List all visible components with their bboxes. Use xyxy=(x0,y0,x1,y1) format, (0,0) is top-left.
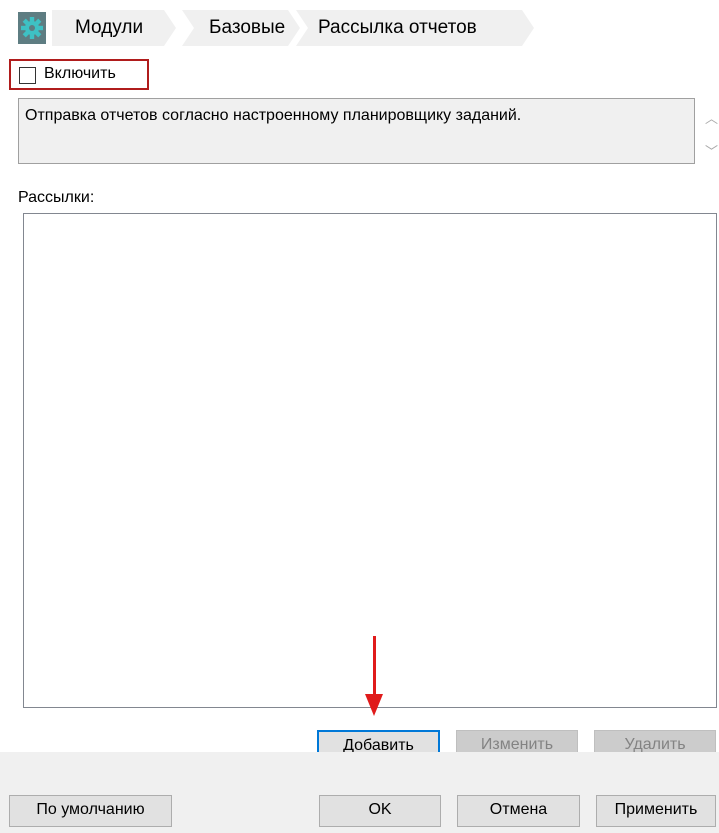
breadcrumb-item-base[interactable]: Базовые xyxy=(182,10,300,46)
ok-button[interactable]: OK xyxy=(319,795,441,827)
defaults-button[interactable]: По умолчанию xyxy=(9,795,172,827)
gear-icon[interactable] xyxy=(18,12,46,44)
mailings-label: Рассылки: xyxy=(18,189,95,206)
scroll-up-icon[interactable]: ︿ xyxy=(705,108,718,127)
annotation-arrow-shaft xyxy=(373,636,376,698)
description-box: Отправка отчетов согласно настроенному п… xyxy=(18,98,695,164)
description-text: Отправка отчетов согласно настроенному п… xyxy=(25,107,522,124)
apply-button[interactable]: Применить xyxy=(596,795,716,827)
annotation-arrow-head xyxy=(365,694,383,716)
breadcrumb: Модули Базовые Рассылка отчетов xyxy=(0,0,719,56)
scroll-down-icon[interactable]: ﹀ xyxy=(705,141,718,160)
enable-label[interactable]: Включить xyxy=(44,65,116,83)
enable-checkbox-highlight: Включить xyxy=(9,59,149,90)
breadcrumb-item-modules[interactable]: Модули xyxy=(52,10,176,46)
cancel-button[interactable]: Отмена xyxy=(457,795,580,827)
breadcrumb-item-report-mailing[interactable]: Рассылка отчетов xyxy=(296,10,534,46)
enable-checkbox[interactable] xyxy=(19,67,36,84)
mailings-list[interactable] xyxy=(23,213,717,708)
